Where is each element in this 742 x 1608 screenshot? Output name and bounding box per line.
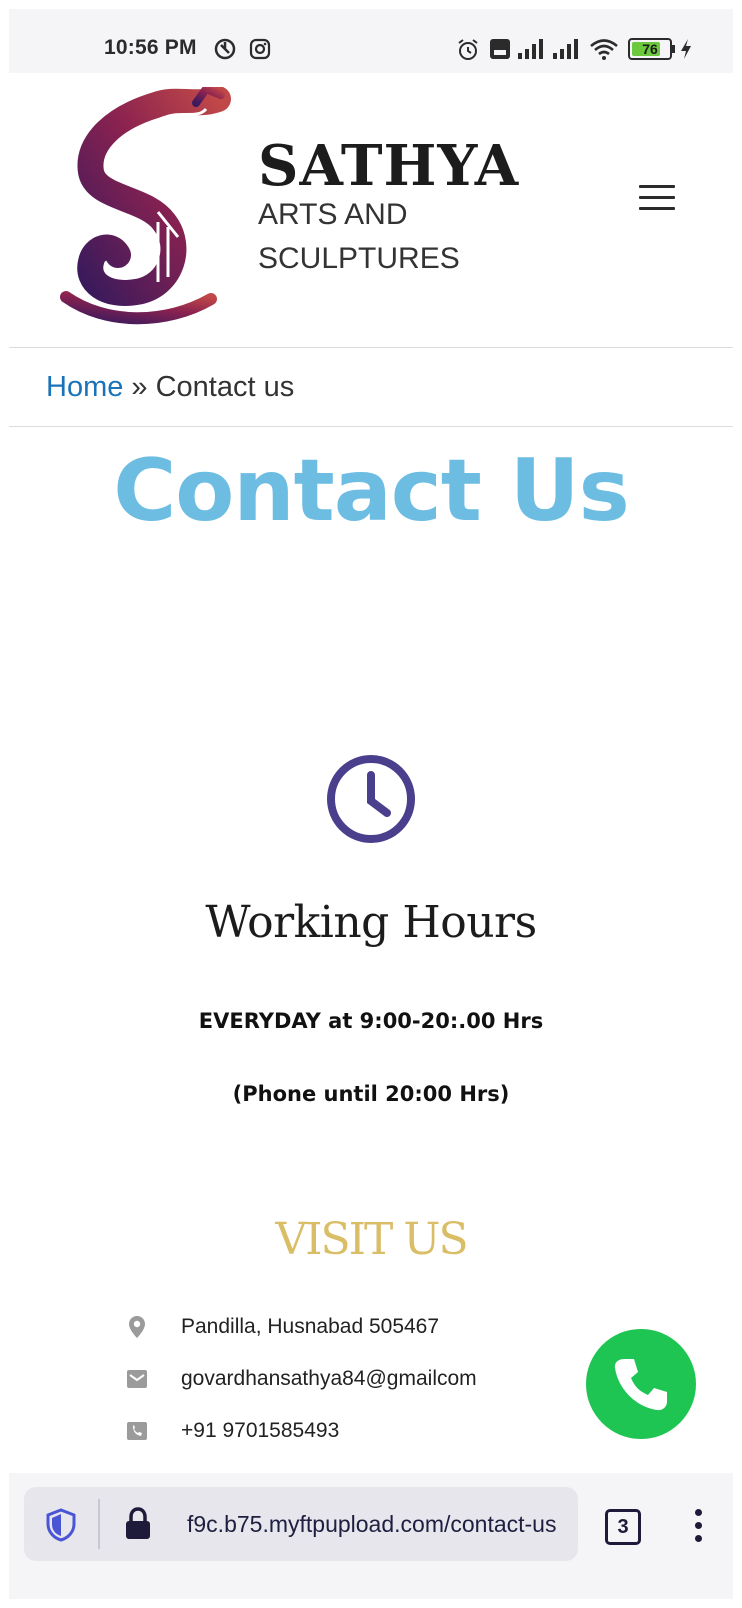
signal-icon: [518, 39, 543, 59]
envelope-icon: [127, 1370, 147, 1388]
charging-icon: [681, 39, 691, 59]
signal-icon: [553, 39, 578, 59]
brand-name[interactable]: SATHYA: [258, 133, 519, 199]
tab-switcher-button[interactable]: 3: [605, 1509, 641, 1545]
dot: [694, 1509, 702, 1516]
lock-icon[interactable]: [124, 1507, 152, 1541]
address-bar[interactable]: f9c.b75.myftpupload.com/contact-us: [24, 1487, 578, 1561]
call-button[interactable]: [586, 1329, 696, 1439]
phone-link[interactable]: +91 9701585493: [181, 1419, 339, 1443]
address-bar-divider: [98, 1499, 100, 1549]
menu-bar: [639, 207, 675, 210]
phone-hours-note: (Phone until 20:00 Hrs): [232, 1082, 510, 1106]
page: 10:56 PM 76 SATHYA ARTS AND SCULPTURES H…: [9, 9, 733, 1599]
phone-square-icon: [127, 1422, 147, 1440]
breadcrumb: Home » Contact us: [9, 348, 733, 427]
vpn-icon: [214, 38, 236, 60]
hamburger-menu-button[interactable]: [639, 185, 675, 213]
brand-tagline: ARTS AND SCULPTURES: [258, 198, 460, 275]
visit-us-title: VISIT US: [275, 1214, 468, 1265]
battery-level: 76: [642, 41, 658, 57]
breadcrumb-separator: »: [123, 371, 156, 403]
working-hours-schedule: EVERYDAY at 9:00-20:.00 Hrs: [198, 1009, 544, 1033]
address-row: Pandilla, Husnabad 505467: [126, 1309, 546, 1345]
shield-icon[interactable]: [46, 1508, 76, 1542]
dot: [694, 1535, 702, 1542]
clock-icon: [327, 755, 415, 843]
menu-bar: [639, 185, 675, 188]
email-link[interactable]: govardhansathya84@gmailcom: [181, 1367, 477, 1391]
dot: [694, 1522, 702, 1529]
browser-toolbar: f9c.b75.myftpupload.com/contact-us 3: [9, 1473, 733, 1599]
alarm-icon: [458, 39, 478, 60]
menu-bar: [639, 196, 675, 199]
page-title: Contact Us: [113, 441, 630, 541]
working-hours-title: Working Hours: [205, 897, 537, 948]
address-text: Pandilla, Husnabad 505467: [181, 1315, 440, 1338]
site-logo[interactable]: [46, 87, 231, 327]
status-bar: 10:56 PM 76: [9, 9, 733, 73]
url-text[interactable]: f9c.b75.myftpupload.com/contact-us: [187, 1511, 556, 1538]
site-header: SATHYA ARTS AND SCULPTURES: [9, 73, 733, 348]
more-options-button[interactable]: [693, 1509, 703, 1545]
breadcrumb-home-link[interactable]: Home: [46, 371, 123, 403]
email-row[interactable]: govardhansathya84@gmailcom: [126, 1361, 546, 1397]
battery-icon: 76: [628, 38, 675, 60]
instagram-icon: [249, 38, 271, 60]
status-time: 10:56 PM: [104, 36, 197, 59]
breadcrumb-current: Contact us: [155, 371, 295, 403]
volte-icon: [490, 39, 510, 59]
wifi-icon: [590, 39, 618, 60]
location-pin-icon: [129, 1316, 145, 1338]
phone-row[interactable]: +91 9701585493: [126, 1413, 546, 1449]
phone-icon: [614, 1359, 667, 1411]
